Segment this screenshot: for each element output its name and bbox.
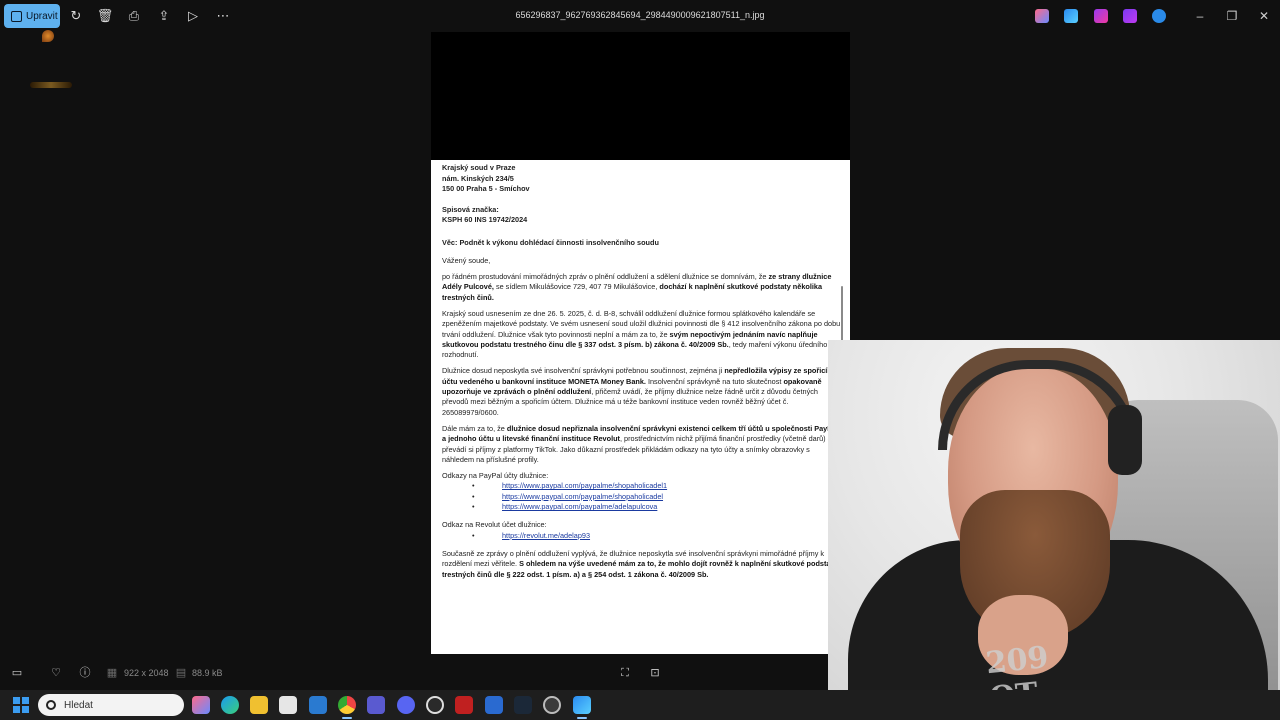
file-size-icon: ▤ [175, 667, 187, 679]
maximize-icon[interactable]: ❐ [1224, 8, 1240, 24]
close-icon[interactable]: ✕ [1256, 8, 1272, 24]
copilot-icon[interactable] [1035, 9, 1049, 23]
photos-taskbar-icon[interactable] [573, 696, 591, 714]
wordpress-icon[interactable] [426, 696, 444, 714]
edge-icon[interactable] [221, 696, 239, 714]
address-line: 150 00 Praha 5 - Smíchov [442, 184, 530, 193]
photos-editor-icon[interactable] [1064, 9, 1078, 23]
paragraph-1: po řádném prostudování mimořádných zpráv… [442, 272, 841, 303]
chrome-icon[interactable] [338, 696, 356, 714]
revolut-links: https://revolut.me/adelap93 [442, 531, 841, 542]
filmstrip-icon[interactable]: ▭ [10, 666, 24, 680]
circle-app-icon[interactable] [543, 696, 561, 714]
letter-subject: Věc: Podnět k výkonu dohlédací činnosti … [442, 237, 659, 247]
actual-size-icon[interactable]: ⊡ [648, 666, 662, 680]
paypal-link[interactable]: https://www.paypal.com/paypalme/shopahol… [502, 481, 667, 490]
share-icon[interactable]: ⇪ [156, 8, 172, 24]
info-icon[interactable]: ⓘ [78, 666, 92, 680]
active-indicator [577, 717, 587, 719]
title-bar: Upravit ↻ 🗑 ⎙ ⇪ ▷ ⋯ 656296837_9627693628… [0, 0, 1280, 32]
edit-button[interactable]: Upravit [4, 4, 60, 28]
designer-icon[interactable] [1123, 9, 1137, 23]
p1-text: se sídlem Mikulášovice 729, 407 79 Mikul… [493, 282, 660, 292]
revolut-label: Odkaz na Revolut účet dlužnice: [442, 520, 547, 530]
paragraph-2: Krajský soud usnesením ze dne 26. 5. 202… [442, 309, 841, 360]
image-black-region [431, 32, 850, 160]
p1-text: po řádném prostudování mimořádných zpráv… [442, 272, 769, 282]
info-bar: ▭ ♡ ⓘ ▦ 922 x 2048 ▤ 88.9 kB ⛶ ⊡ [0, 660, 1280, 686]
slideshow-icon[interactable]: ▷ [185, 8, 201, 24]
thumbnail-1[interactable] [42, 30, 54, 42]
address-line: Krajský soud v Praze [442, 163, 516, 172]
case-reference: Spisová značka: KSPH 60 INS 19742/2024 [442, 205, 841, 226]
taskbar-search[interactable]: Hledat [38, 694, 184, 716]
active-indicator [342, 717, 352, 719]
window-title: 656296837_962769362845694_29844900096218… [515, 10, 765, 20]
paragraph-5: Současně ze zprávy o plnění oddlužení vy… [442, 549, 841, 580]
paragraph-3: Dlužnice dosud neposkytla své insolvenčn… [442, 366, 841, 417]
greeting: Vážený soude, [442, 255, 491, 265]
taskbar: Hledat [0, 690, 1280, 720]
minimize-icon[interactable]: – [1192, 8, 1208, 24]
mail-icon[interactable] [309, 696, 327, 714]
more-icon[interactable]: ⋯ [215, 8, 231, 24]
ref-label: Spisová značka: [442, 204, 499, 214]
headset-earcup [1108, 405, 1142, 475]
p4-text: Dále mám za to, že [442, 423, 507, 433]
file-explorer-icon[interactable] [250, 696, 268, 714]
court-address: Krajský soud v Praze nám. Kinských 234/5… [442, 163, 841, 195]
p3-text: Dlužnice dosud neposkytla své insolvenčn… [442, 366, 725, 376]
fit-screen-icon[interactable]: ⛶ [618, 666, 632, 680]
copilot-taskbar-icon[interactable] [192, 696, 210, 714]
steam-icon[interactable] [514, 696, 532, 714]
dimensions-icon: ▦ [106, 667, 118, 679]
edit-button-label: Upravit [26, 10, 58, 22]
paypal-link[interactable]: https://www.paypal.com/paypalme/shopahol… [502, 492, 663, 501]
paypal-label: Odkazy na PayPal účty dlužnice: [442, 471, 549, 481]
search-icon [46, 700, 56, 710]
address-line: nám. Kinských 234/5 [442, 173, 514, 183]
file-size: 88.9 kB [192, 668, 223, 678]
rotate-icon[interactable]: ↻ [68, 8, 84, 24]
discord-icon[interactable] [397, 696, 415, 714]
image-canvas[interactable]: Krajský soud v Praze nám. Kinských 234/5… [431, 32, 850, 654]
start-button[interactable] [13, 697, 29, 713]
thumbnail-2[interactable] [30, 82, 72, 88]
letter-document: Krajský soud v Praze nám. Kinských 234/5… [442, 163, 841, 586]
delete-icon[interactable]: 🗑 [97, 8, 114, 24]
revolut-link[interactable]: https://revolut.me/adelap93 [502, 531, 590, 540]
blue-app-icon[interactable] [485, 696, 503, 714]
search-placeholder: Hledat [64, 699, 93, 711]
clipchamp-icon[interactable] [1094, 9, 1108, 23]
paypal-links: https://www.paypal.com/paypalme/shopahol… [442, 481, 841, 512]
p3-text: Insolvenční správkyně na tuto skutečnost [645, 376, 784, 386]
image-dimensions: 922 x 2048 [124, 668, 169, 678]
windows-logo-pane [13, 697, 20, 704]
windows-logo-pane [22, 706, 29, 713]
edit-icon [11, 10, 22, 22]
paragraph-4: Dále mám za to, že dlužnice dosud nepřiz… [442, 424, 841, 465]
windows-logo-pane [13, 706, 20, 713]
print-icon[interactable]: ⎙ [126, 8, 142, 24]
ref-value: KSPH 60 INS 19742/2024 [442, 215, 528, 224]
teams-icon[interactable] [367, 696, 385, 714]
paypal-link[interactable]: https://www.paypal.com/paypalme/adelapul… [502, 502, 657, 511]
windows-logo-pane [22, 697, 29, 704]
store-icon[interactable] [279, 696, 297, 714]
photos-app-window: Upravit ↻ 🗑 ⎙ ⇪ ▷ ⋯ 656296837_9627693628… [0, 0, 1280, 720]
favorite-icon[interactable]: ♡ [49, 666, 63, 680]
red-app-icon[interactable] [455, 696, 473, 714]
onedrive-icon[interactable] [1152, 9, 1166, 23]
